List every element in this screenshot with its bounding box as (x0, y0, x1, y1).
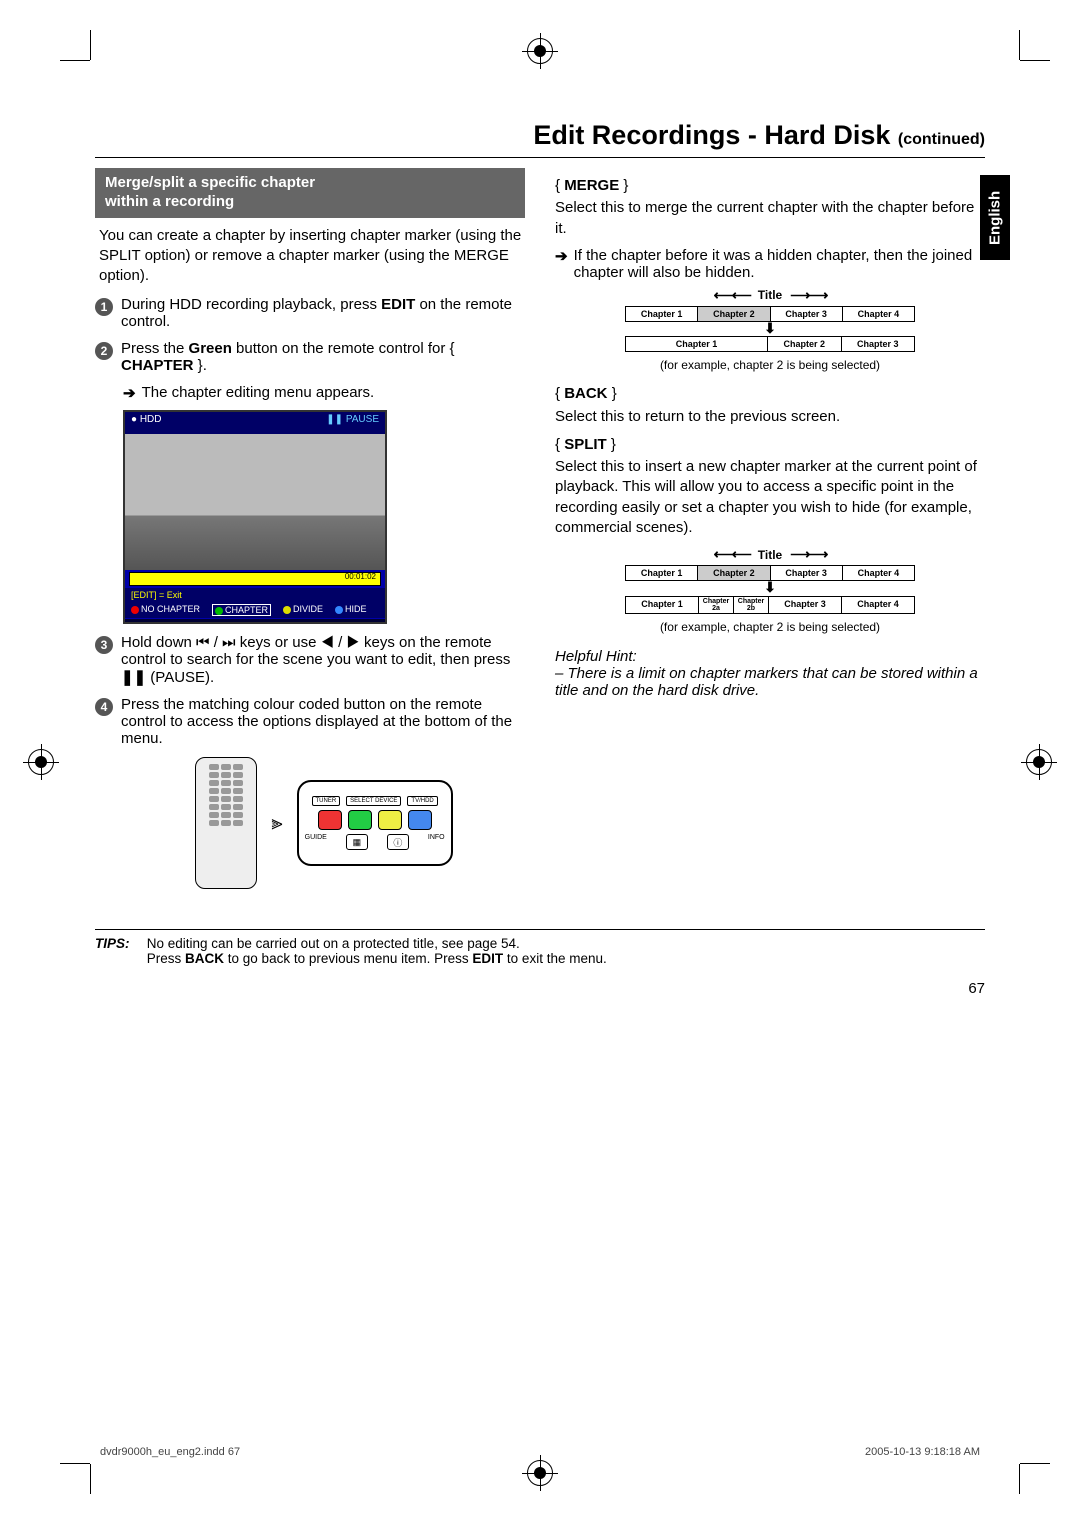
merge-desc: Select this to merge the current chapter… (555, 198, 985, 239)
merge-caption: (for example, chapter 2 is being selecte… (555, 358, 985, 372)
step-2: 2 Press the Green button on the remote c… (95, 340, 525, 374)
merge-diagram: ⟵⟵ Title ⟶⟶ Chapter 1 Chapter 2 Chapter … (625, 287, 915, 353)
crop-mark (1019, 1464, 1020, 1494)
split-desc: Select this to insert a new chapter mark… (555, 457, 985, 538)
step-4: 4 Press the matching colour coded button… (95, 696, 525, 747)
blue-button-icon (408, 810, 432, 830)
guide-button-icon: ▦ (346, 834, 368, 850)
step-bullet-icon: 2 (95, 342, 113, 360)
step-1: 1 During HDD recording playback, press E… (95, 296, 525, 330)
red-button-icon (318, 810, 342, 830)
chapter-edit-screenshot: ● HDD ❚❚ PAUSE 00:01:02 [EDIT] = Exit NO… (123, 410, 387, 624)
tips-footer: TIPS: No editing can be carried out on a… (95, 929, 985, 966)
helpful-hint: Helpful Hint: – There is a limit on chap… (555, 648, 985, 699)
arrow-keys-icon: ◀ / ▶ (321, 634, 360, 651)
remote-control-icon (195, 757, 257, 889)
arrow-right-icon: ⟶⟶ (790, 546, 826, 563)
crop-mark (60, 1463, 90, 1464)
color-button-pad: TUNERSELECT DEVICETV/HDD GUIDE ▦ ⓘ INFO (297, 780, 453, 866)
step-bullet-icon: 4 (95, 698, 113, 716)
footer-timestamp: 2005-10-13 9:18:18 AM (865, 1446, 980, 1458)
back-heading: { BACK } (555, 384, 985, 404)
crop-mark (1020, 1463, 1050, 1464)
step-2-result: ➔ The chapter editing menu appears. (123, 384, 525, 402)
crop-mark (90, 1464, 91, 1494)
registration-mark-icon (527, 1460, 553, 1486)
title-main: Edit Recordings - Hard Disk (533, 120, 890, 150)
step-3: 3 Hold down ⏮ / ⏭ keys or use ◀ / ▶ keys… (95, 634, 525, 686)
section-callout: Merge/split a specific chapter within a … (95, 168, 525, 218)
remote-illustration: ⫸ TUNERSELECT DEVICETV/HDD GUIDE ▦ ⓘ (123, 757, 525, 889)
merge-note: ➔ If the chapter before it was a hidden … (555, 247, 985, 281)
step-bullet-icon: 1 (95, 298, 113, 316)
footer-file: dvdr9000h_eu_eng2.indd 67 (100, 1446, 240, 1458)
arrow-right-icon: ➔ (555, 247, 568, 281)
arrow-left-icon: ⟵⟵ (714, 546, 750, 563)
split-heading: { SPLIT } (555, 435, 985, 455)
down-arrow-icon: ⬇ (625, 322, 915, 335)
intro-text: You can create a chapter by inserting ch… (99, 226, 525, 287)
step-bullet-icon: 3 (95, 636, 113, 654)
title-continued: (continued) (898, 131, 985, 148)
page-title: Edit Recordings - Hard Disk (continued) (95, 120, 985, 158)
arrow-right-icon: ➔ (123, 384, 136, 402)
down-arrow-icon: ⬇ (625, 581, 915, 594)
arrow-left-icon: ⟵⟵ (714, 287, 750, 304)
footer-metadata: dvdr9000h_eu_eng2.indd 67 2005-10-13 9:1… (100, 1446, 980, 1458)
page-number: 67 (95, 980, 985, 997)
green-button-icon (348, 810, 372, 830)
split-diagram: ⟵⟵ Title ⟶⟶ Chapter 1 Chapter 2 Chapter … (625, 546, 915, 614)
skip-keys-icon: ⏮ / ⏭ (196, 634, 236, 651)
yellow-button-icon (378, 810, 402, 830)
pause-icon: ❚❚ (121, 669, 146, 686)
pointing-hand-icon: ⫸ (271, 812, 282, 835)
split-caption: (for example, chapter 2 is being selecte… (555, 620, 985, 634)
arrow-right-icon: ⟶⟶ (790, 287, 826, 304)
back-desc: Select this to return to the previous sc… (555, 407, 985, 427)
merge-heading: { MERGE } (555, 176, 985, 196)
info-button-icon: ⓘ (387, 834, 409, 850)
